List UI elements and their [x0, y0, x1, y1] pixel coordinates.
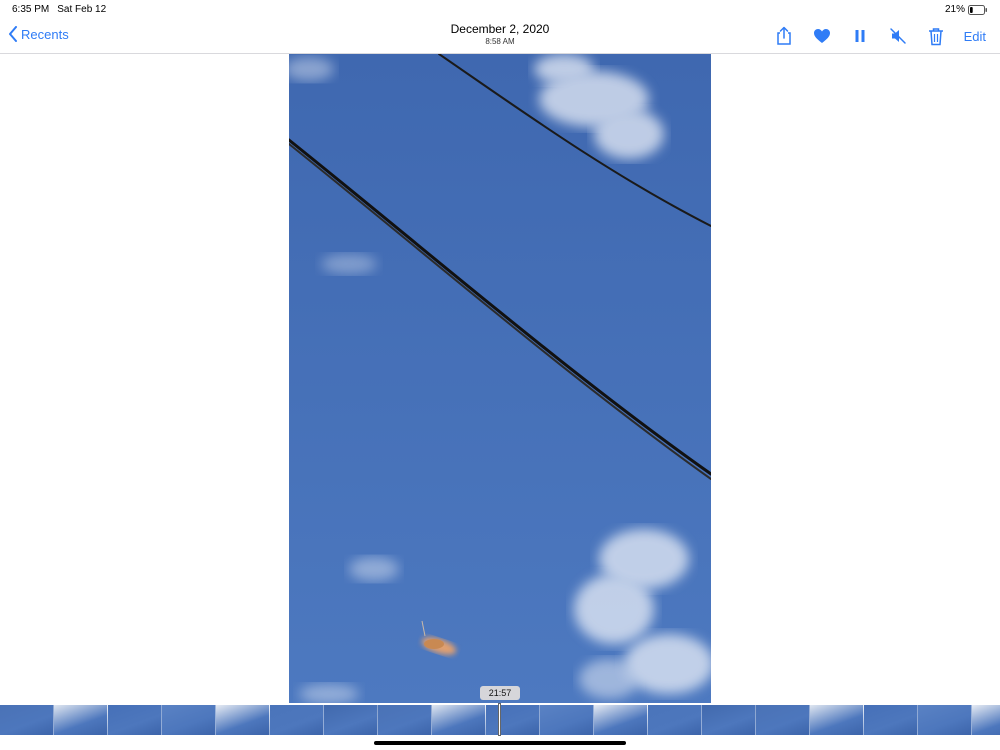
edit-button[interactable]: Edit [964, 29, 986, 44]
photo-time: 8:58 AM [485, 37, 515, 46]
scrubber-thumbnail [432, 705, 486, 735]
scrubber-thumbnail [702, 705, 756, 735]
photo-viewer-screen: 6:35 PM Sat Feb 12 21% Recents December … [0, 0, 1000, 750]
share-icon [776, 26, 791, 45]
video-image [289, 54, 711, 703]
mute-icon [889, 28, 906, 44]
scrubber-thumbnail [756, 705, 810, 735]
back-button[interactable]: Recents [8, 26, 69, 42]
delete-button[interactable] [924, 24, 948, 48]
heart-icon [813, 29, 830, 43]
scrubber-thumbnail [810, 705, 864, 735]
pause-button[interactable] [848, 24, 872, 48]
mute-button[interactable] [886, 24, 910, 48]
status-time: 6:35 PM [12, 4, 50, 15]
scrubber-thumbnail [594, 705, 648, 735]
status-date: Sat Feb 12 [57, 4, 107, 15]
scrubber-thumbnail [162, 705, 216, 735]
scrubber-thumbnail [864, 705, 918, 735]
battery-icon [968, 4, 987, 15]
navigation-bar: Recents December 2, 2020 8:58 AM Edit [0, 18, 1000, 54]
favorite-button[interactable] [810, 24, 834, 48]
status-bar: 6:35 PM Sat Feb 12 21% [0, 0, 1000, 18]
share-button[interactable] [772, 24, 796, 48]
scrubber-thumbnail [216, 705, 270, 735]
scrubber-playhead[interactable] [498, 703, 501, 736]
photo-title: December 2, 2020 8:58 AM [400, 22, 600, 46]
scrubber-thumbnail [486, 705, 540, 735]
scrubber-thumbnail [54, 705, 108, 735]
chevron-left-icon [9, 26, 17, 42]
scrubber-thumbnail [648, 705, 702, 735]
scrubber-thumbnail [108, 705, 162, 735]
scrubber-thumbnail [324, 705, 378, 735]
back-button-label: Recents [21, 26, 69, 42]
home-indicator [374, 741, 626, 745]
scrubber-thumbnail [0, 705, 54, 735]
photo-date: December 2, 2020 [450, 22, 550, 36]
video-frame[interactable] [289, 54, 711, 703]
trash-icon [928, 27, 943, 45]
toolbar-actions: Edit [772, 24, 986, 48]
scrubber-thumbnail [918, 705, 972, 735]
scrubber-thumbnail [972, 705, 1000, 735]
battery-percentage: 21% [944, 4, 965, 15]
scrubber-thumbnail [270, 705, 324, 735]
scrubber-thumbnail [540, 705, 594, 735]
pause-icon [855, 30, 865, 42]
current-time-badge: 21:57 [480, 686, 520, 700]
scrubber-thumbnail [378, 705, 432, 735]
